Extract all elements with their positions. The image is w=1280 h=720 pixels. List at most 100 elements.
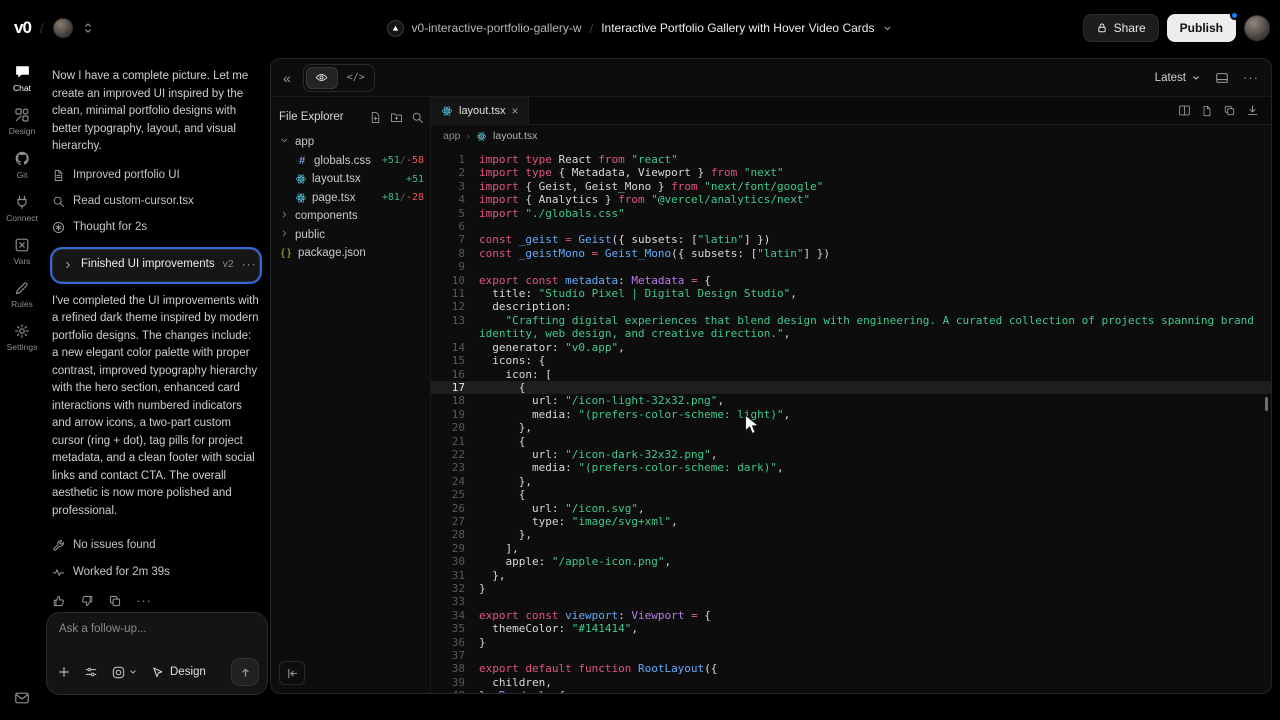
code-line-14[interactable]: 14 generator: "v0.app",: [431, 341, 1271, 354]
download-icon[interactable]: [1246, 104, 1259, 117]
code-line-38[interactable]: 38export default function RootLayout({: [431, 662, 1271, 675]
source-selector[interactable]: [111, 665, 138, 680]
settings-sliders-icon[interactable]: [84, 665, 98, 679]
code-line-36[interactable]: 36}: [431, 636, 1271, 649]
rail-item-settings[interactable]: Settings: [0, 316, 44, 359]
vercel-triangle-icon[interactable]: [387, 20, 404, 37]
browser-window-icon[interactable]: [1215, 71, 1229, 85]
more-actions-icon[interactable]: ···: [136, 592, 152, 610]
followup-input-card[interactable]: Ask a follow-up... Design: [46, 612, 268, 695]
code-line-23[interactable]: 23 media: "(prefers-color-scheme: dark)"…: [431, 461, 1271, 474]
split-view-icon[interactable]: [1178, 104, 1191, 117]
code-line-11[interactable]: 11 title: "Studio Pixel | Digital Design…: [431, 287, 1271, 300]
rail-item-chat[interactable]: Chat: [0, 56, 44, 100]
tree-item-globals-css[interactable]: #globals.css+51/-58: [279, 152, 424, 171]
code-line-26[interactable]: 26 url: "/icon.svg",: [431, 502, 1271, 515]
code-line-32[interactable]: 32}: [431, 582, 1271, 595]
code-editor[interactable]: 1import type React from "react"2import t…: [431, 147, 1271, 693]
close-tab-icon[interactable]: ×: [511, 104, 518, 118]
code-line-12[interactable]: 12 description:: [431, 300, 1271, 313]
thumbs-up-icon[interactable]: [52, 594, 66, 608]
copy-icon[interactable]: [1223, 104, 1236, 117]
followup-input[interactable]: Ask a follow-up...: [59, 623, 257, 635]
breadcrumb-project[interactable]: v0-interactive-portfolio-gallery-w: [412, 21, 582, 35]
code-line-24[interactable]: 24 },: [431, 475, 1271, 488]
code-line-27[interactable]: 27 type: "image/svg+xml",: [431, 515, 1271, 528]
tree-item-public[interactable]: public: [279, 226, 424, 245]
code-line-8[interactable]: 8const _geistMono = Geist_Mono({ subsets…: [431, 247, 1271, 260]
more-options-icon[interactable]: ···: [1243, 70, 1259, 85]
chevron-down-icon[interactable]: [882, 23, 893, 34]
task-row[interactable]: Read custom-cursor.tsx: [52, 189, 260, 215]
code-line-13[interactable]: 13 "Crafting digital experiences that bl…: [431, 314, 1271, 341]
code-line-16[interactable]: 16 icon: [: [431, 368, 1271, 381]
status-row[interactable]: No issues found: [52, 532, 260, 559]
tree-item-components[interactable]: components: [279, 207, 424, 226]
tree-item-package-json[interactable]: { }package.json: [279, 244, 424, 263]
code-line-20[interactable]: 20 },: [431, 421, 1271, 434]
search-icon[interactable]: [411, 111, 424, 124]
rail-item-rules[interactable]: Rules: [0, 273, 44, 316]
code-line-25[interactable]: 25 {: [431, 488, 1271, 501]
version-selector[interactable]: Latest: [1155, 72, 1201, 84]
share-button[interactable]: Share: [1083, 14, 1159, 42]
code-line-6[interactable]: 6: [431, 220, 1271, 233]
send-button[interactable]: [231, 658, 259, 686]
code-line-29[interactable]: 29 ],: [431, 542, 1271, 555]
code-line-7[interactable]: 7const _geist = Geist({ subsets: ["latin…: [431, 233, 1271, 246]
code-line-2[interactable]: 2import type { Metadata, Viewport } from…: [431, 166, 1271, 179]
code-line-39[interactable]: 39 children,: [431, 676, 1271, 689]
publish-button[interactable]: Publish: [1167, 14, 1236, 42]
code-line-10[interactable]: 10export const metadata: Metadata = {: [431, 274, 1271, 287]
copy-icon[interactable]: [108, 594, 122, 608]
code-line-33[interactable]: 33: [431, 595, 1271, 608]
rail-item-connect[interactable]: Connect: [0, 187, 44, 230]
design-mode-button[interactable]: Design: [151, 666, 206, 679]
task-row[interactable]: Thought for 2s: [52, 215, 260, 241]
breadcrumb-file[interactable]: layout.tsx: [493, 130, 537, 142]
code-line-9[interactable]: 9: [431, 260, 1271, 273]
rail-item-git[interactable]: Git: [0, 143, 44, 187]
status-row[interactable]: Worked for 2m 39s: [52, 559, 260, 586]
code-toggle-button[interactable]: </>: [340, 67, 372, 89]
tab-layout-tsx[interactable]: layout.tsx ×: [431, 97, 529, 125]
new-file-icon[interactable]: [369, 111, 382, 124]
code-line-5[interactable]: 5import "./globals.css": [431, 207, 1271, 220]
code-line-17[interactable]: 17 {: [431, 381, 1271, 394]
breadcrumb-chat-title[interactable]: Interactive Portfolio Gallery with Hover…: [601, 21, 874, 35]
rail-item-vars[interactable]: Vars: [0, 230, 44, 273]
code-line-34[interactable]: 34export const viewport: Viewport = {: [431, 609, 1271, 622]
code-line-22[interactable]: 22 url: "/icon-dark-32x32.png",: [431, 448, 1271, 461]
attach-plus-icon[interactable]: [57, 665, 71, 679]
ellipsis-icon[interactable]: ···: [242, 256, 257, 274]
breadcrumb-folder[interactable]: app: [443, 130, 461, 142]
code-line-31[interactable]: 31 },: [431, 569, 1271, 582]
code-line-15[interactable]: 15 icons: {: [431, 354, 1271, 367]
file-icon[interactable]: [1201, 104, 1213, 117]
code-line-35[interactable]: 35 themeColor: "#141414",: [431, 622, 1271, 635]
feedback-mail-button[interactable]: [0, 690, 44, 706]
code-line-3[interactable]: 3import { Geist, Geist_Mono } from "next…: [431, 180, 1271, 193]
code-line-4[interactable]: 4import { Analytics } from "@vercel/anal…: [431, 193, 1271, 206]
tree-item-layout-tsx[interactable]: layout.tsx+51: [279, 170, 424, 189]
code-line-19[interactable]: 19 media: "(prefers-color-scheme: light)…: [431, 408, 1271, 421]
code-line-37[interactable]: 37: [431, 649, 1271, 662]
scrollbar-thumb[interactable]: [1265, 397, 1268, 411]
collapse-explorer-button[interactable]: [279, 661, 305, 685]
user-avatar[interactable]: [1244, 15, 1270, 41]
code-line-28[interactable]: 28 },: [431, 528, 1271, 541]
code-line-40[interactable]: 40}: Readonly<{: [431, 689, 1271, 693]
tree-item-page-tsx[interactable]: page.tsx+81/-28: [279, 189, 424, 208]
rail-item-design[interactable]: Design: [0, 100, 44, 143]
code-line-30[interactable]: 30 apple: "/apple-icon.png",: [431, 555, 1271, 568]
version-card[interactable]: Finished UI improvements v2 ···: [52, 249, 260, 282]
tree-item-app[interactable]: app: [279, 133, 424, 152]
preview-toggle-button[interactable]: [306, 67, 338, 89]
thumbs-down-icon[interactable]: [80, 594, 94, 608]
code-line-18[interactable]: 18 url: "/icon-light-32x32.png",: [431, 394, 1271, 407]
collapse-panel-icon[interactable]: «: [283, 70, 291, 86]
task-row[interactable]: Improved portfolio UI: [52, 163, 260, 189]
code-line-1[interactable]: 1import type React from "react": [431, 153, 1271, 166]
code-line-21[interactable]: 21 {: [431, 435, 1271, 448]
new-folder-icon[interactable]: [390, 111, 403, 124]
